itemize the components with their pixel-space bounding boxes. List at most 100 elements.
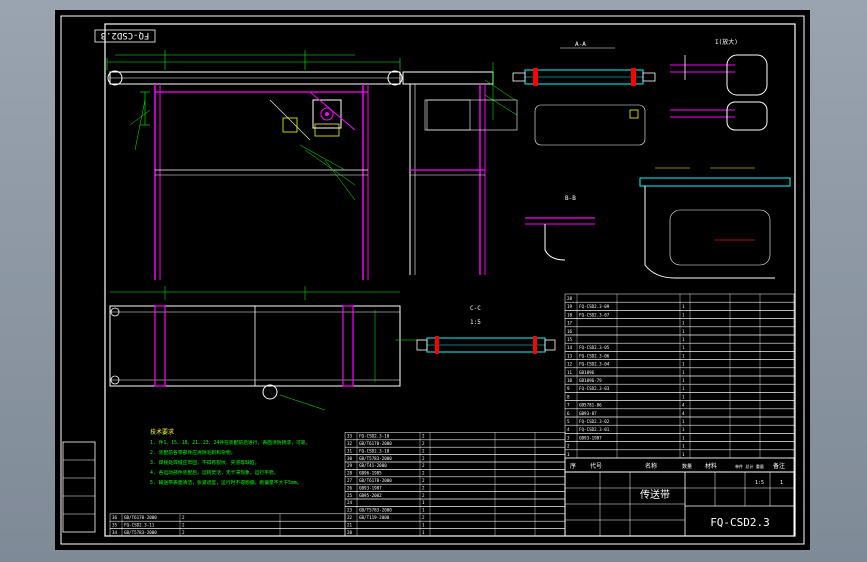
bom-mid-row: 28 GB96-1985 2 [344, 469, 566, 478]
bom-right-row: 81 [564, 392, 795, 401]
bom-right-cell-no: 9 [567, 386, 570, 391]
bom-mid-cell-no: 20 [347, 530, 353, 535]
bom-right-cell-qty: 4 [682, 403, 685, 408]
section-bb-label: B-B [565, 195, 576, 202]
section-a-a: A-A [426, 41, 656, 146]
bom-left-cell-code: FQ-CSD2.3-11 [124, 522, 155, 527]
header-name: 名称 [645, 462, 657, 470]
header-material: 材料 [705, 462, 717, 470]
technical-notes: 技术要求 1. 件1、15、18、21、23、24件在装配前后进行，表面涂防锈漆… [150, 428, 310, 486]
left-margin-box [62, 441, 96, 533]
bom-mid-cell-no: 25 [347, 493, 353, 498]
bom-mid-cell-no: 26 [347, 485, 353, 490]
bom-left-cell-qty: 2 [182, 530, 185, 535]
bom-right-cell-no: 18 [567, 312, 573, 317]
bom-right-row: 28 [564, 293, 795, 303]
bom-left-row: 34 GB/T5783-2000 2 [109, 528, 346, 537]
bom-mid-cell-no: 23 [347, 508, 353, 513]
note-4: 4. 各运动部件装配后，运转灵活，无卡滞现象，运行平稳。 [150, 469, 279, 476]
bom-left-row: 35 FQ-CSD2.3-11 2 [109, 520, 346, 529]
bom-right-cell-code: FQ-CSD2.3-05 [579, 345, 610, 350]
bom-mid-row: 32 GB/T6170-2000 2 [344, 439, 566, 448]
bom-left-cell-code: GB/T6170-2000 [124, 515, 157, 520]
bom-right-cell-code: GB5781-86 [579, 403, 602, 408]
bom-right-cell-qty: 1 [682, 345, 685, 350]
bom-right-row: 21 [564, 441, 795, 451]
section-right-middle [639, 167, 791, 279]
bom-mid-row: 30 GB/T5783-2000 2 [344, 454, 566, 463]
bom-right-cell-no: 28 [567, 296, 573, 301]
bom-mid-cell-qty: 2 [422, 471, 425, 476]
drawing-title: 传送带 [640, 488, 670, 501]
bom-mid-cell-qty: 2 [422, 485, 425, 490]
bom-right-cell-code: FQ-CSD2.3-01 [579, 427, 610, 432]
bom-mid-cell-code: GB/T5783-2000 [359, 456, 392, 461]
bom-right-cell-qty: 1 [682, 444, 685, 449]
bom-right-cell-qty: 4 [682, 411, 685, 416]
bom-mid-cell-code: GB93-1987 [359, 485, 382, 490]
detail-i: I(放大) [670, 38, 768, 131]
bom-left-cell-no: 35 [112, 522, 118, 527]
bom-mid-table: 33 FQ-CSD2.3-10 232 GB/T6170-2000 231 FQ-CSD2… [344, 432, 566, 537]
bom-mid-cell-no: 29 [347, 463, 353, 468]
bom-right-cell-no: 10 [567, 378, 573, 383]
bom-mid-cell-code: GB/T5783-2000 [359, 508, 392, 513]
bom-right-row: 10 GB1096-79 1 [564, 375, 795, 385]
notes-title: 技术要求 [150, 428, 174, 436]
bom-right-row: 17 1 [564, 318, 795, 328]
bom-mid-cell-qty: 2 [422, 448, 425, 453]
bom-right-cell-no: 2 [567, 444, 570, 449]
bom-right-cell-code: FQ-CSD2.3-06 [579, 353, 610, 358]
bom-right-cell-no: 14 [567, 345, 573, 350]
bom-mid-cell-qty: 2 [422, 463, 425, 468]
header-weight: 单件 总计 重量 [735, 463, 764, 469]
header-note: 备注 [773, 462, 785, 470]
bom-right-cell-qty: 1 [682, 419, 685, 424]
bom-mid-row: 33 FQ-CSD2.3-10 2 [344, 432, 566, 441]
code-stamp-text: FQ-CSD2.3 [101, 30, 150, 40]
bom-right-cell-qty: 1 [682, 353, 685, 358]
bom-mid-row: 23 GB/T5783-2000 1 [344, 506, 566, 515]
bom-right-cell-code: FQ-CSD2.3-02 [579, 419, 610, 424]
scale-value: 1:5 [755, 480, 764, 486]
title-block: 传送带 1:5 1 FQ-CSD2.3 [564, 471, 795, 537]
bom-right-cell-qty: 1 [682, 312, 685, 317]
bom-mid-cell-no: 21 [347, 522, 353, 527]
bom-right-row: 5 FQ-CSD2.3-02 1 [564, 416, 795, 426]
bom-right-cell-qty: 1 [682, 304, 685, 309]
bom-right-cell-no: 6 [567, 411, 570, 416]
bom-right-row: 7 GB5781-86 4 [564, 400, 795, 410]
bom-mid-row: 29 GB/T41-2000 2 [344, 461, 566, 470]
bom-mid-cell-qty: 1 [422, 522, 425, 527]
bom-right-cell-code: GB1096 [579, 370, 595, 375]
bom-right-cell-qty: 1 [682, 452, 685, 457]
bom-mid-cell-no: 24 [347, 500, 353, 505]
bom-mid-row: 26 GB93-1987 2 [344, 483, 566, 492]
bom-right-cell-no: 1 [567, 452, 570, 457]
bom-right-cell-qty: 1 [682, 370, 685, 375]
section-aa-label: A-A [575, 41, 586, 48]
bom-left-table: 36 GB/T6170-2000 2 35 FQ-CSD2.3-11 2 34 GB/T578… [109, 513, 346, 537]
bom-mid-row: 20 1 [344, 528, 566, 537]
bom-right-row: 14 FQ-CSD2.3-05 1 [564, 342, 795, 352]
bom-right-row: 19 FQ-CSD2.3-09 1 [564, 301, 795, 311]
note-1: 1. 件1、15、18、21、23、24件在装配前后进行，表面涂防锈漆，可靠。 [150, 439, 310, 446]
bom-right-cell-code: FQ-CSD2.3-03 [579, 386, 610, 391]
bom-left-cell-qty: 2 [182, 515, 185, 520]
bom-mid-cell-no: 27 [347, 478, 353, 483]
bom-right-cell-qty: 1 [682, 427, 685, 432]
note-2: 2. 装配前各零部件应清除毛刺和杂物。 [150, 449, 235, 456]
bom-mid-cell-code: FQ-CSD2.3-10 [359, 434, 390, 439]
bom-mid-cell-no: 33 [347, 434, 353, 439]
bom-right-cell-qty: 1 [682, 329, 685, 334]
side-view [402, 62, 518, 275]
bom-right-row: 12 FQ-CSD2.3-04 1 [564, 359, 795, 369]
bom-left-cell-code: GB/T5783-2000 [124, 530, 157, 535]
bom-mid-cell-qty: 1 [422, 500, 425, 505]
bom-right-row: 9 FQ-CSD2.3-03 1 [564, 383, 795, 393]
bom-mid-cell-no: 32 [347, 441, 353, 446]
bom-right-cell-qty: 1 [682, 362, 685, 367]
bom-mid-cell-code: GB/T41-2000 [359, 463, 387, 468]
bom-right-cell-no: 4 [567, 427, 570, 432]
bom-right-cell-no: 12 [567, 362, 573, 367]
